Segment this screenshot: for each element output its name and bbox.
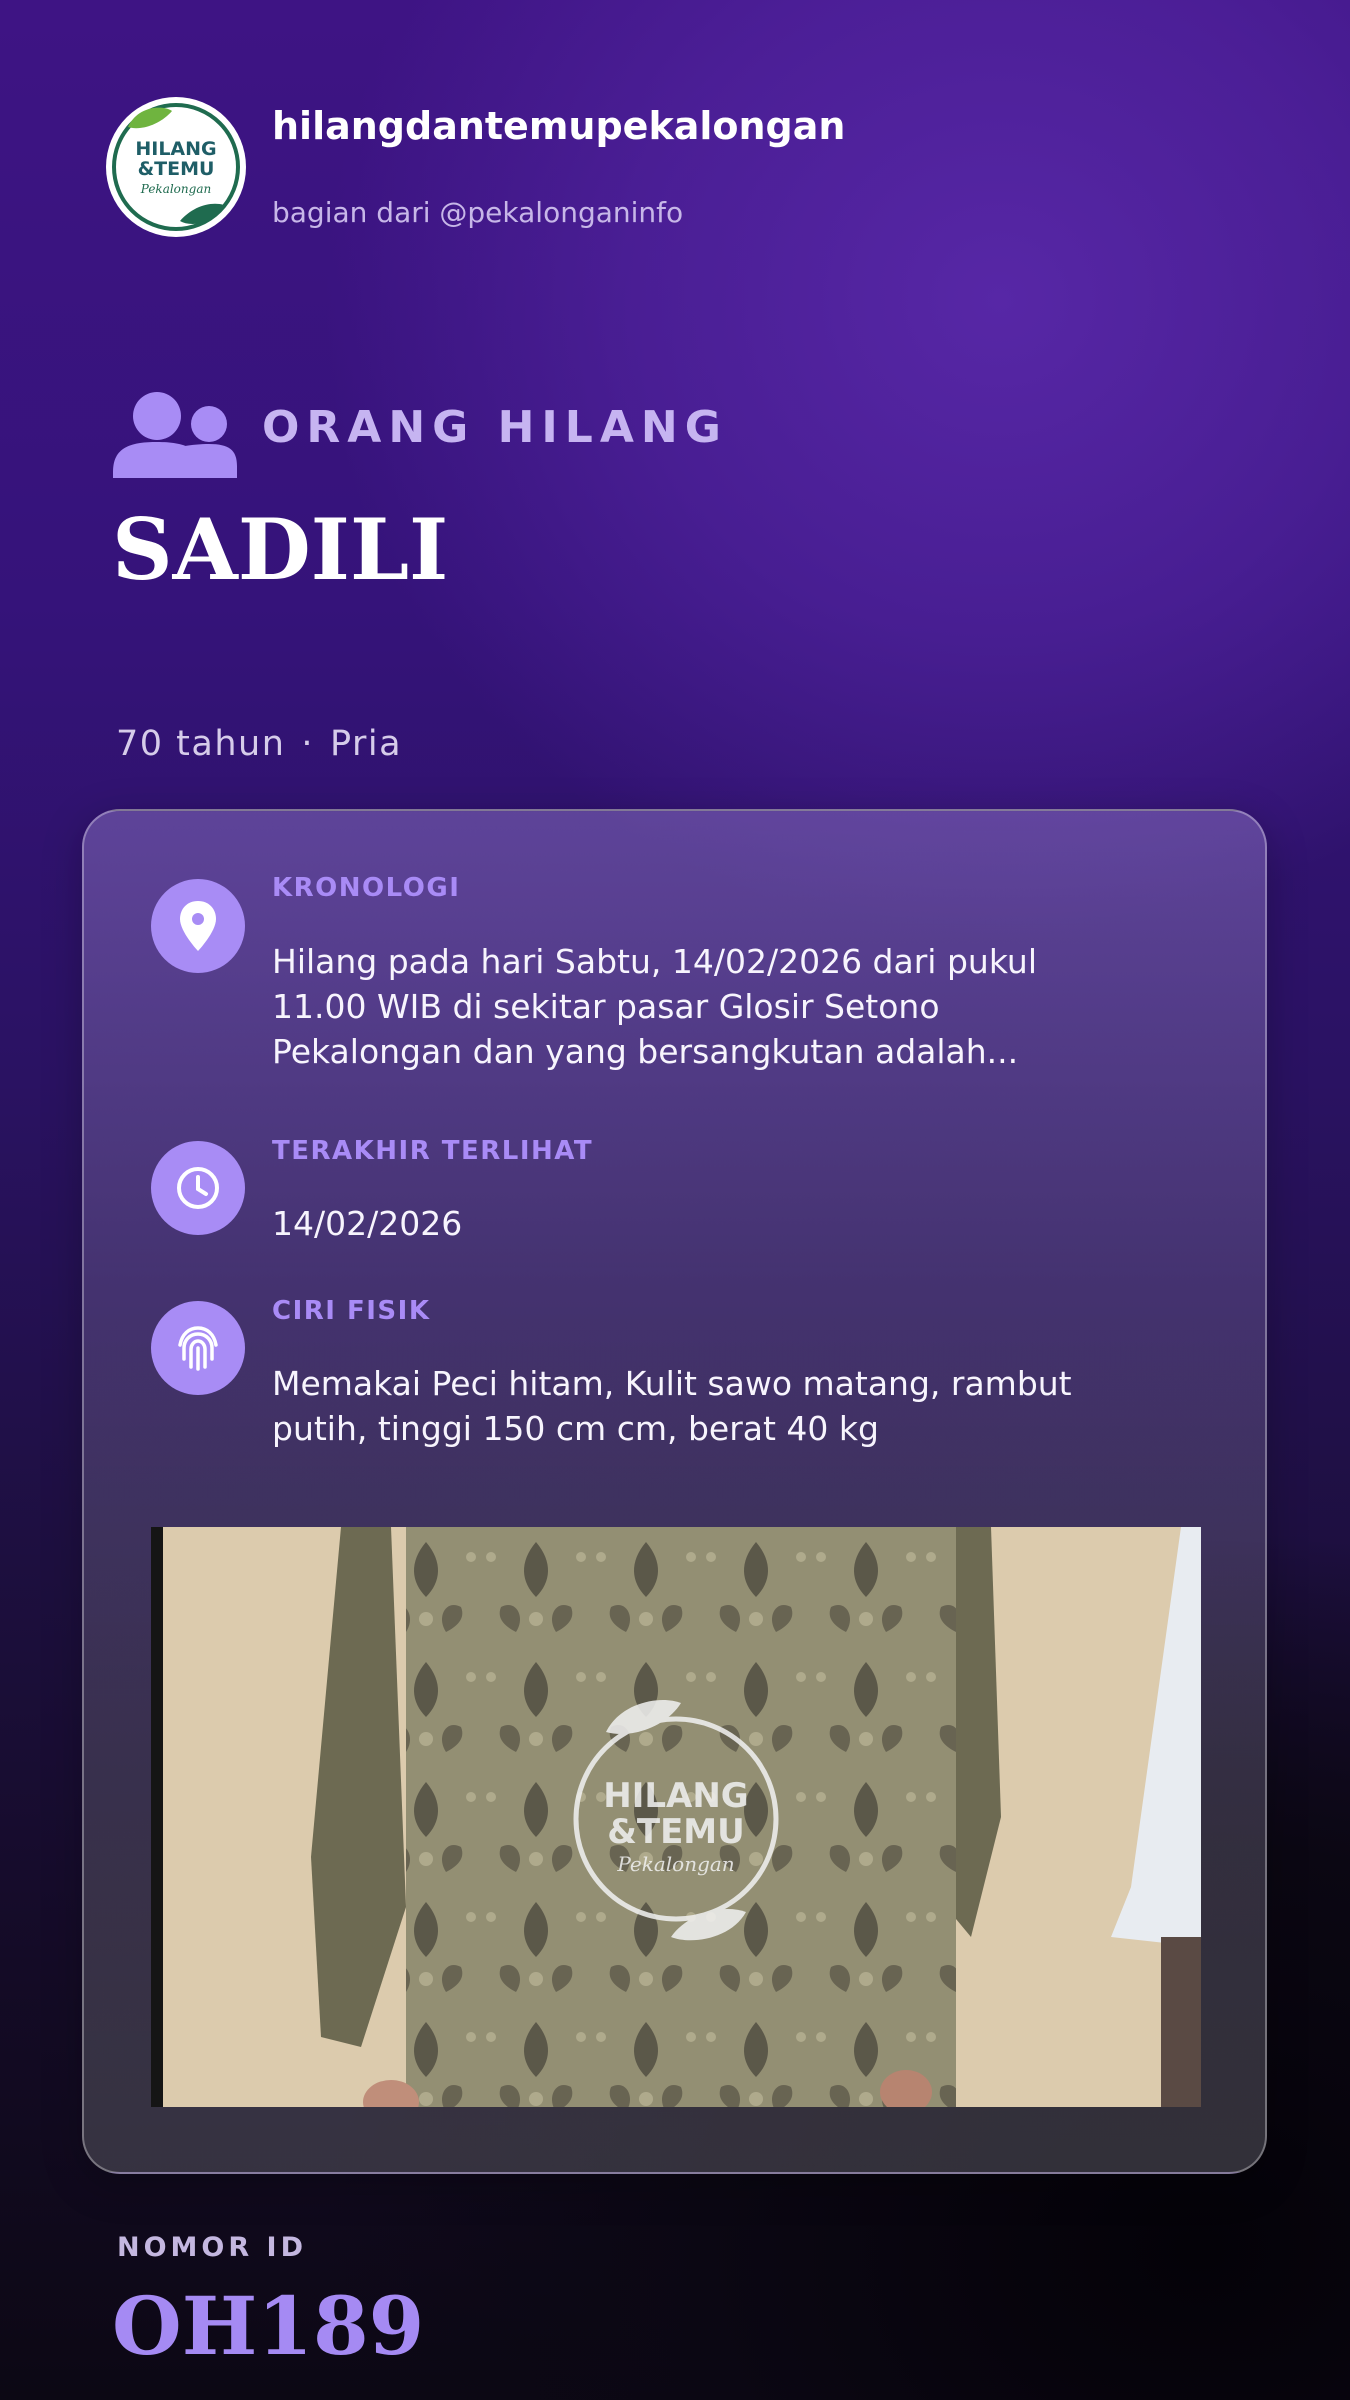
fingerprint-icon (151, 1301, 245, 1395)
category-label: ORANG HILANG (262, 402, 728, 453)
svg-text:Pekalongan: Pekalongan (140, 182, 211, 196)
svg-text:Pekalongan: Pekalongan (616, 1852, 734, 1876)
person-meta: 70 tahun · Pria (116, 724, 402, 764)
account-name[interactable]: hilangdantemupekalongan (272, 104, 845, 148)
details-card: KRONOLOGI Hilang pada hari Sabtu, 14/02/… (82, 809, 1267, 2174)
person-gender: Pria (330, 724, 403, 764)
id-number-label: NOMOR ID (117, 2232, 308, 2263)
svg-text:&TEMU: &TEMU (138, 158, 215, 180)
svg-text:HILANG: HILANG (603, 1776, 748, 1816)
clock-icon (151, 1141, 245, 1235)
chronology-text: Hilang pada hari Sabtu, 14/02/2026 dari … (272, 942, 1037, 1071)
svg-text:&TEMU: &TEMU (607, 1812, 745, 1852)
users-icon (113, 390, 238, 484)
last-seen-date: 14/02/2026 (272, 1204, 463, 1243)
id-number: OH189 (112, 2279, 425, 2373)
account-subtitle[interactable]: bagian dari @pekalonganinfo (272, 196, 683, 229)
meta-separator: · (301, 724, 315, 764)
person-photo[interactable]: HILANG &TEMU Pekalongan (151, 1527, 1201, 2107)
svg-text:HILANG: HILANG (135, 138, 216, 160)
person-age: 70 tahun (116, 724, 286, 764)
physical-traits-label: CIRI FISIK (272, 1296, 431, 1326)
physical-traits-text: Memakai Peci hitam, Kulit sawo matang, r… (272, 1364, 1072, 1448)
last-seen-label: TERAKHIR TERLIHAT (272, 1136, 594, 1166)
person-name: SADILI (112, 500, 449, 599)
brand-logo: HILANG &TEMU Pekalongan (106, 97, 246, 237)
map-pin-icon (151, 879, 245, 973)
chronology-label: KRONOLOGI (272, 873, 461, 903)
